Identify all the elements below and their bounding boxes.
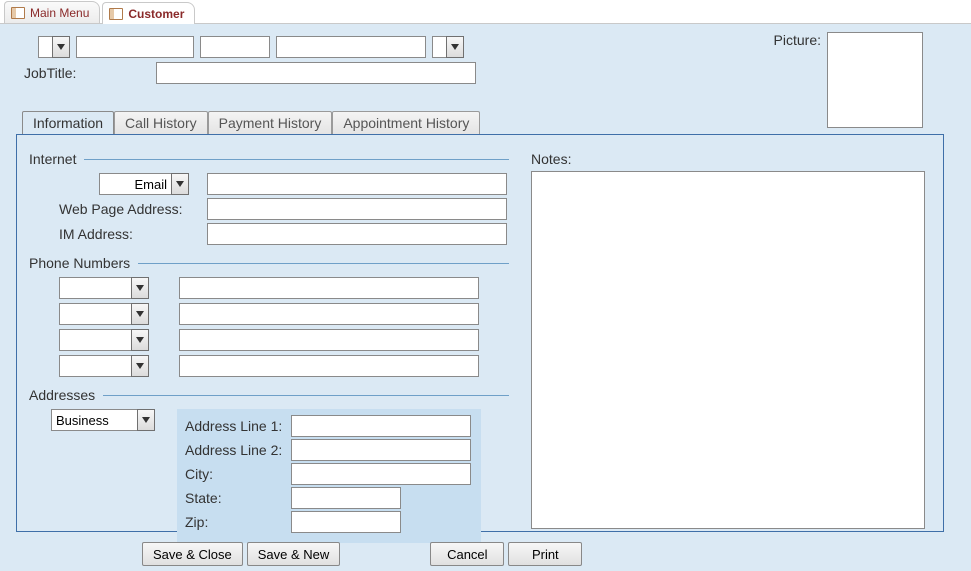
picture-box[interactable] — [827, 32, 923, 128]
form-icon — [109, 8, 123, 20]
web-input[interactable] — [207, 198, 507, 220]
im-input[interactable] — [207, 223, 507, 245]
line2-label: Address Line 2: — [185, 442, 291, 458]
phone-number-input[interactable] — [179, 303, 479, 325]
tab-main-menu[interactable]: Main Menu — [4, 1, 100, 23]
dropdown-icon[interactable] — [137, 409, 155, 431]
phone-type-input[interactable] — [59, 355, 131, 377]
dropdown-icon[interactable] — [131, 303, 149, 325]
phone-type-input[interactable] — [59, 329, 131, 351]
phone-type-input[interactable] — [59, 277, 131, 299]
save-new-button[interactable]: Save & New — [247, 542, 341, 566]
phone-row — [59, 329, 509, 351]
group-divider — [138, 263, 509, 264]
dropdown-icon[interactable] — [131, 277, 149, 299]
web-label: Web Page Address: — [59, 201, 189, 217]
email-input[interactable] — [207, 173, 507, 195]
title-combo[interactable] — [38, 36, 70, 58]
phone-row — [59, 355, 509, 377]
picture-section: Picture: — [774, 32, 923, 128]
address-type-input[interactable] — [51, 409, 137, 431]
phone-type-combo[interactable] — [59, 355, 149, 377]
phone-row — [59, 277, 509, 299]
state-input[interactable] — [291, 487, 401, 509]
email-type-combo[interactable] — [99, 173, 189, 195]
phones-group-label: Phone Numbers — [29, 255, 138, 271]
notes-textarea[interactable] — [531, 171, 925, 529]
save-close-button[interactable]: Save & Close — [142, 542, 243, 566]
jobtitle-label: JobTitle: — [24, 65, 150, 81]
line1-label: Address Line 1: — [185, 418, 291, 434]
phone-number-input[interactable] — [179, 329, 479, 351]
tab-customer-label: Customer — [128, 7, 184, 21]
notes-label: Notes: — [531, 151, 571, 167]
phone-type-combo[interactable] — [59, 303, 149, 325]
jobtitle-input[interactable] — [156, 62, 476, 84]
address-type-combo[interactable] — [51, 409, 155, 431]
tab-main-menu-label: Main Menu — [30, 6, 89, 20]
city-label: City: — [185, 466, 291, 482]
state-label: State: — [185, 490, 291, 506]
internet-group-label: Internet — [29, 151, 84, 167]
print-button[interactable]: Print — [508, 542, 582, 566]
first-name-input[interactable] — [76, 36, 194, 58]
picture-label: Picture: — [774, 32, 821, 48]
im-label: IM Address: — [59, 226, 189, 242]
suffix-combo-input[interactable] — [432, 36, 446, 58]
dropdown-icon[interactable] — [131, 329, 149, 351]
title-combo-input[interactable] — [38, 36, 52, 58]
tab-information[interactable]: Information — [22, 111, 114, 134]
phone-type-combo[interactable] — [59, 329, 149, 351]
internet-group: Internet Web Page Address: — [29, 151, 509, 245]
last-name-input[interactable] — [276, 36, 426, 58]
zip-input[interactable] — [291, 511, 401, 533]
suffix-combo[interactable] — [432, 36, 464, 58]
phone-number-input[interactable] — [179, 277, 479, 299]
phone-type-combo[interactable] — [59, 277, 149, 299]
addresses-group: Addresses Address Line 1: Address Line 2… — [29, 387, 509, 543]
addresses-group-label: Addresses — [29, 387, 103, 403]
dropdown-icon[interactable] — [131, 355, 149, 377]
form-icon — [11, 7, 25, 19]
zip-label: Zip: — [185, 514, 291, 530]
city-input[interactable] — [291, 463, 471, 485]
dropdown-icon[interactable] — [446, 36, 464, 58]
group-divider — [103, 395, 509, 396]
notes-section: Notes: — [531, 171, 925, 532]
information-panel: Internet Web Page Address: — [16, 134, 944, 532]
cancel-button[interactable]: Cancel — [430, 542, 504, 566]
middle-name-input[interactable] — [200, 36, 270, 58]
tab-appointment-history[interactable]: Appointment History — [332, 111, 480, 134]
address-fields-panel: Address Line 1: Address Line 2: City: St… — [177, 409, 481, 543]
tab-customer[interactable]: Customer — [102, 2, 195, 24]
dropdown-icon[interactable] — [52, 36, 70, 58]
tab-payment-history[interactable]: Payment History — [208, 111, 333, 134]
detail-tabs-wrap: Information Call History Payment History… — [16, 110, 955, 532]
email-type-input[interactable] — [99, 173, 171, 195]
line2-input[interactable] — [291, 439, 471, 461]
group-divider — [84, 159, 509, 160]
line1-input[interactable] — [291, 415, 471, 437]
customer-form-area: Picture: JobTitle: Information Call Hist… — [0, 24, 971, 571]
phone-number-input[interactable] — [179, 355, 479, 377]
phone-type-input[interactable] — [59, 303, 131, 325]
button-bar: Save & Close Save & New Cancel Print — [0, 541, 971, 567]
tab-call-history[interactable]: Call History — [114, 111, 208, 134]
dropdown-icon[interactable] — [171, 173, 189, 195]
phones-group: Phone Numbers — [29, 255, 509, 377]
phone-row — [59, 303, 509, 325]
left-column: Internet Web Page Address: — [29, 145, 509, 543]
document-tabs: Main Menu Customer — [0, 0, 971, 24]
